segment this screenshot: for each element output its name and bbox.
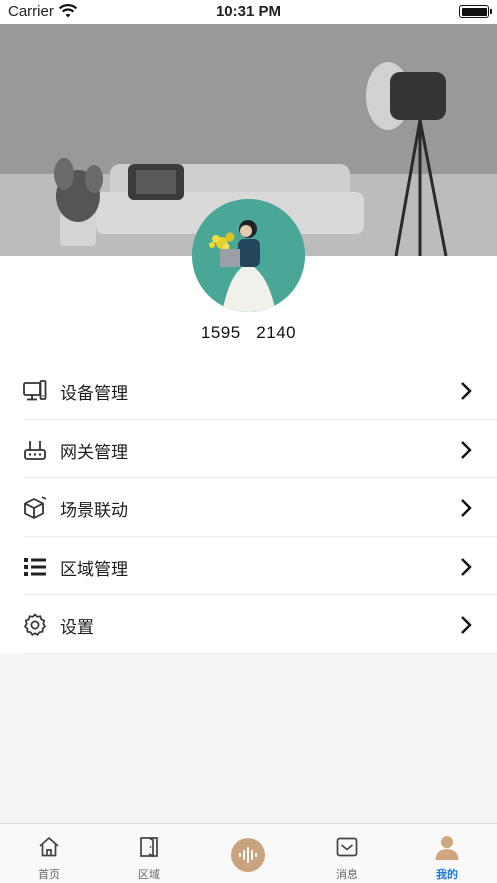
- tab-messages[interactable]: 消息: [307, 824, 387, 883]
- tab-bar: 首页 区域 消息 我的: [0, 823, 497, 883]
- menu-label: 网关管理: [60, 442, 128, 463]
- chevron-right-icon: [461, 440, 472, 459]
- avatar[interactable]: [192, 199, 305, 312]
- scene-cube-icon: [24, 496, 47, 520]
- chevron-right-icon: [461, 499, 472, 518]
- tab-area[interactable]: 区域: [109, 824, 189, 883]
- chevron-right-icon: [461, 557, 472, 576]
- user-phone-number: 1595 2140: [200, 323, 297, 342]
- tab-label: 区域: [138, 868, 160, 881]
- device-monitor-icon: [23, 380, 47, 401]
- menu-label: 场景联动: [60, 501, 128, 522]
- menu-item-scene-linkage[interactable]: 场景联动: [0, 478, 497, 537]
- menu-label: 区域管理: [60, 559, 128, 580]
- menu-item-device-management[interactable]: 设备管理: [0, 361, 497, 420]
- tab-label: 我的: [436, 868, 458, 881]
- divider: [24, 652, 497, 654]
- gateway-router-icon: [24, 440, 46, 460]
- person-icon: [435, 836, 459, 860]
- avatar-photo: [192, 199, 305, 312]
- door-icon: [140, 837, 158, 858]
- voice-wave-icon: [239, 847, 257, 863]
- menu-item-gateway-management[interactable]: 网关管理: [0, 420, 497, 479]
- list-icon: [24, 557, 46, 576]
- menu-label: 设备管理: [60, 384, 128, 404]
- tab-home[interactable]: 首页: [9, 824, 89, 883]
- menu-item-area-management[interactable]: 区域管理: [0, 537, 497, 596]
- settings-menu: 设备管理 网关管理 场景联动 区域管理 设置: [0, 361, 497, 654]
- chevron-right-icon: [461, 382, 472, 400]
- tab-label: 首页: [38, 868, 60, 881]
- menu-label: 设置: [60, 618, 94, 639]
- gear-icon: [24, 614, 46, 637]
- tab-label: 消息: [336, 868, 358, 881]
- tab-mine[interactable]: 我的: [407, 824, 487, 883]
- battery-icon: [459, 5, 492, 18]
- chevron-right-icon: [461, 616, 472, 635]
- voice-button[interactable]: [231, 838, 265, 872]
- menu-item-settings[interactable]: 设置: [0, 595, 497, 654]
- message-tray-icon: [336, 837, 358, 857]
- home-icon: [39, 837, 59, 857]
- status-time: 10:31 PM: [215, 3, 282, 20]
- status-bar: Carrier 10:31 PM: [0, 0, 497, 24]
